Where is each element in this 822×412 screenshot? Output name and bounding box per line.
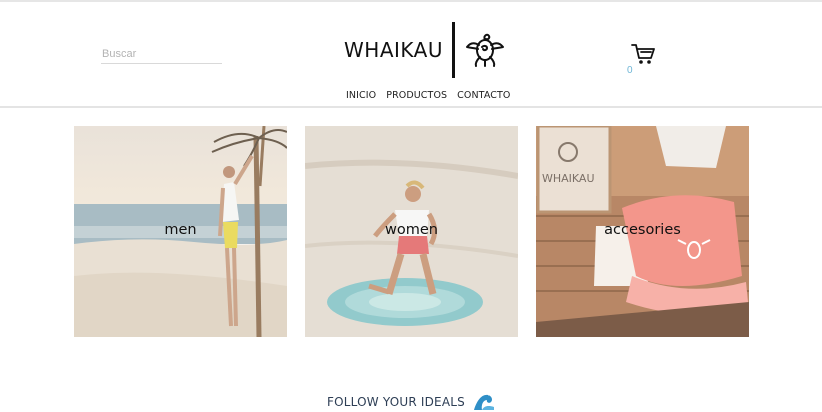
site-header: WHAIKAU INICIO PRODUCTOS CONTACTO [0,2,822,108]
main-nav: INICIO PRODUCTOS CONTACTO [346,90,511,101]
category-label: men [164,222,197,238]
category-card-women[interactable]: women [305,126,518,337]
turtle-logo-icon [465,33,504,67]
nav-contacto[interactable]: CONTACTO [457,90,510,101]
cart-count: 0 [627,65,633,76]
category-label: women [385,222,438,238]
category-card-men[interactable]: men [74,126,287,337]
search-box[interactable] [101,44,222,64]
nav-productos[interactable]: PRODUCTOS [386,90,447,101]
shopping-cart-icon[interactable] [630,42,656,66]
follow-text: FOLLOW YOUR IDEALS [327,395,465,409]
logo-divider [451,22,455,78]
category-label: accesories [604,222,681,238]
nav-inicio[interactable]: INICIO [346,90,376,101]
logo-text: WHAIKAU [344,38,443,62]
category-card-accesories[interactable]: WHAIKAU accesories [536,126,749,337]
follow-banner: FOLLOW YOUR IDEALS [327,392,495,412]
brand-logo[interactable]: WHAIKAU [344,22,507,78]
search-input[interactable] [101,45,222,63]
wave-icon [473,394,494,410]
